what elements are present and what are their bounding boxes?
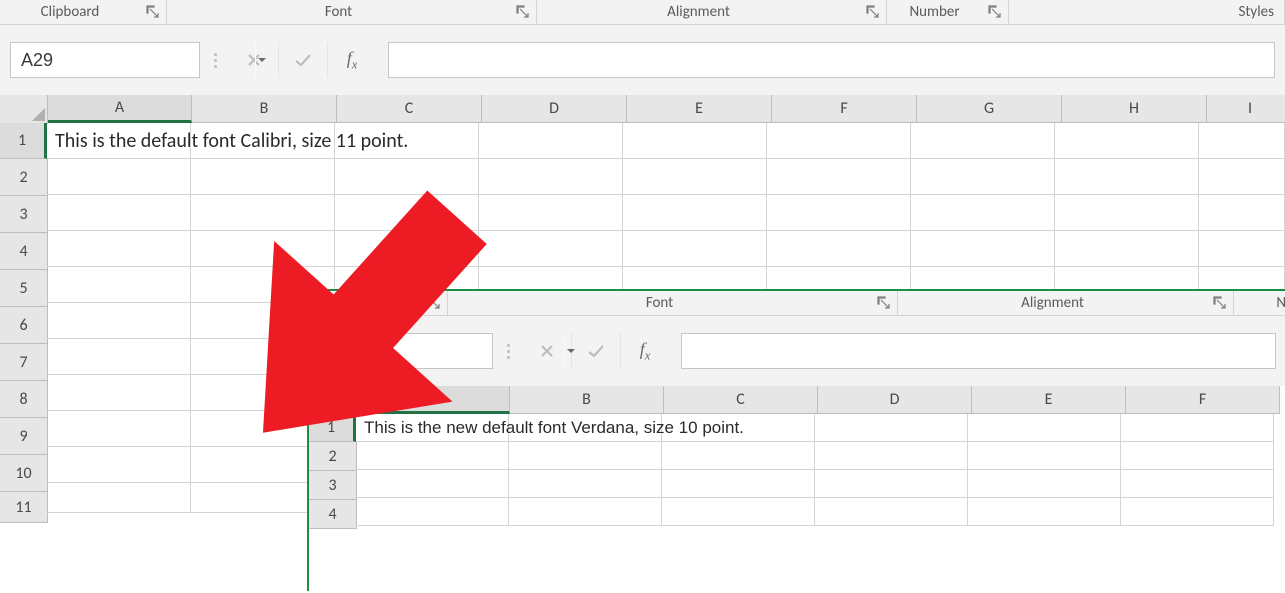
formula-input[interactable]	[681, 333, 1276, 369]
row-header-8[interactable]: 8	[0, 381, 48, 418]
enter-formula-button[interactable]	[572, 333, 621, 369]
row-header-1[interactable]: 1	[0, 123, 47, 159]
name-box-dropdown[interactable]	[255, 43, 268, 77]
dialog-launcher-icon[interactable]	[877, 296, 891, 310]
cell-F1[interactable]	[767, 123, 911, 159]
cell-E1[interactable]	[623, 123, 767, 159]
formula-input[interactable]	[388, 42, 1275, 78]
select-all-button[interactable]	[309, 386, 357, 415]
ribbon-group-labels: ard Font Alignment Nu	[309, 291, 1285, 316]
ribbon-group-alignment: Alignment	[537, 0, 887, 24]
ribbon-label-clipboard: Clipboard	[0, 3, 140, 21]
ribbon-label-font: Font	[167, 3, 510, 21]
cell-A1-text: This is the new default font Verdana, si…	[360, 414, 744, 442]
ribbon-group-styles: Styles	[1009, 0, 1285, 24]
row-header-9[interactable]: 9	[0, 418, 48, 455]
row-header-7[interactable]: 7	[0, 344, 48, 381]
insert-function-button[interactable]: fx	[328, 42, 376, 78]
row-header-2[interactable]: 2	[309, 442, 357, 471]
ribbon-label-font: Font	[448, 294, 871, 312]
ribbon-label-number: Number	[887, 3, 982, 21]
cell-I1[interactable]	[1199, 123, 1285, 159]
row-header-2[interactable]: 2	[0, 159, 48, 196]
cell-A1-text: This is the default font Calibri, size 1…	[51, 123, 408, 159]
row-header-4[interactable]: 4	[0, 233, 48, 270]
ribbon-label-alignment: Alignment	[537, 3, 860, 21]
ribbon-group-number: Number	[887, 0, 1009, 24]
formula-bar: fx	[0, 25, 1285, 95]
column-header-A[interactable]: A	[48, 95, 192, 123]
column-header-D[interactable]: D	[818, 386, 972, 414]
name-box[interactable]	[319, 333, 493, 369]
column-header-I[interactable]: I	[1207, 95, 1285, 123]
enter-formula-button[interactable]	[279, 42, 328, 78]
dialog-launcher-icon[interactable]	[1213, 296, 1227, 310]
row-headers-column: 1 2 3 4	[309, 414, 357, 529]
column-header-A[interactable]: A	[357, 386, 510, 414]
row-header-3[interactable]: 3	[0, 196, 48, 233]
column-header-C[interactable]: C	[664, 386, 818, 414]
column-header-H[interactable]: H	[1062, 95, 1207, 123]
row-header-10[interactable]: 10	[0, 455, 48, 492]
select-all-button[interactable]	[0, 95, 48, 124]
fx-icon: fx	[347, 48, 358, 73]
cell-H1[interactable]	[1055, 123, 1199, 159]
column-header-B[interactable]: B	[510, 386, 664, 414]
cell-A2[interactable]	[47, 159, 191, 195]
ribbon-group-labels: Clipboard Font Alignment Number Styles	[0, 0, 1285, 25]
spreadsheet-grid: A B C D E F 1 2 3 4 This is the new defa…	[309, 386, 1285, 591]
cell-G1[interactable]	[911, 123, 1055, 159]
column-headers-row: A B C D E F G H I	[0, 95, 1285, 123]
row-header-4[interactable]: 4	[309, 500, 357, 529]
cell-D1[interactable]	[479, 123, 623, 159]
fx-icon: fx	[640, 339, 651, 364]
column-header-D[interactable]: D	[482, 95, 627, 123]
ribbon-label-clipboard: ard	[309, 294, 421, 312]
name-box-dropdown[interactable]	[564, 334, 577, 368]
name-box-input[interactable]	[19, 49, 255, 72]
column-header-C[interactable]: C	[337, 95, 482, 123]
formula-bar: fx	[309, 316, 1285, 386]
ribbon-label-alignment: Alignment	[898, 294, 1207, 312]
dialog-launcher-icon[interactable]	[146, 5, 160, 19]
ribbon-group-clipboard: Clipboard	[0, 0, 167, 24]
column-header-E[interactable]: E	[627, 95, 772, 123]
column-header-F[interactable]: F	[772, 95, 917, 123]
row-header-11[interactable]: 11	[0, 492, 48, 523]
dialog-launcher-icon[interactable]	[427, 296, 441, 310]
ribbon-group-font: Font	[167, 0, 537, 24]
column-header-G[interactable]: G	[917, 95, 1062, 123]
column-header-E[interactable]: E	[972, 386, 1126, 414]
insert-function-button[interactable]: fx	[621, 333, 669, 369]
row-header-6[interactable]: 6	[0, 307, 48, 344]
name-box[interactable]	[10, 42, 200, 78]
ribbon-group-font: Font	[448, 291, 898, 315]
column-header-F[interactable]: F	[1126, 386, 1280, 414]
ribbon-group-number: Nu	[1234, 291, 1285, 315]
row-headers-column: 1 2 3 4 5 6 7 8 9 10 11	[0, 123, 48, 523]
column-headers-row: A B C D E F	[309, 386, 1280, 414]
dialog-launcher-icon[interactable]	[516, 5, 530, 19]
row-header-3[interactable]: 3	[309, 471, 357, 500]
dialog-launcher-icon[interactable]	[866, 5, 880, 19]
ribbon-group-alignment: Alignment	[898, 291, 1234, 315]
name-box-input[interactable]	[328, 340, 564, 363]
ribbon-label-styles: Styles	[1009, 3, 1284, 21]
dialog-launcher-icon[interactable]	[988, 5, 1002, 19]
excel-window-2: ard Font Alignment Nu fx	[307, 289, 1285, 591]
ribbon-label-number: Nu	[1234, 294, 1285, 312]
row-header-5[interactable]: 5	[0, 270, 48, 307]
row-header-1[interactable]: 1	[309, 414, 356, 442]
ribbon-group-clipboard: ard	[309, 291, 448, 315]
column-header-B[interactable]: B	[192, 95, 337, 123]
